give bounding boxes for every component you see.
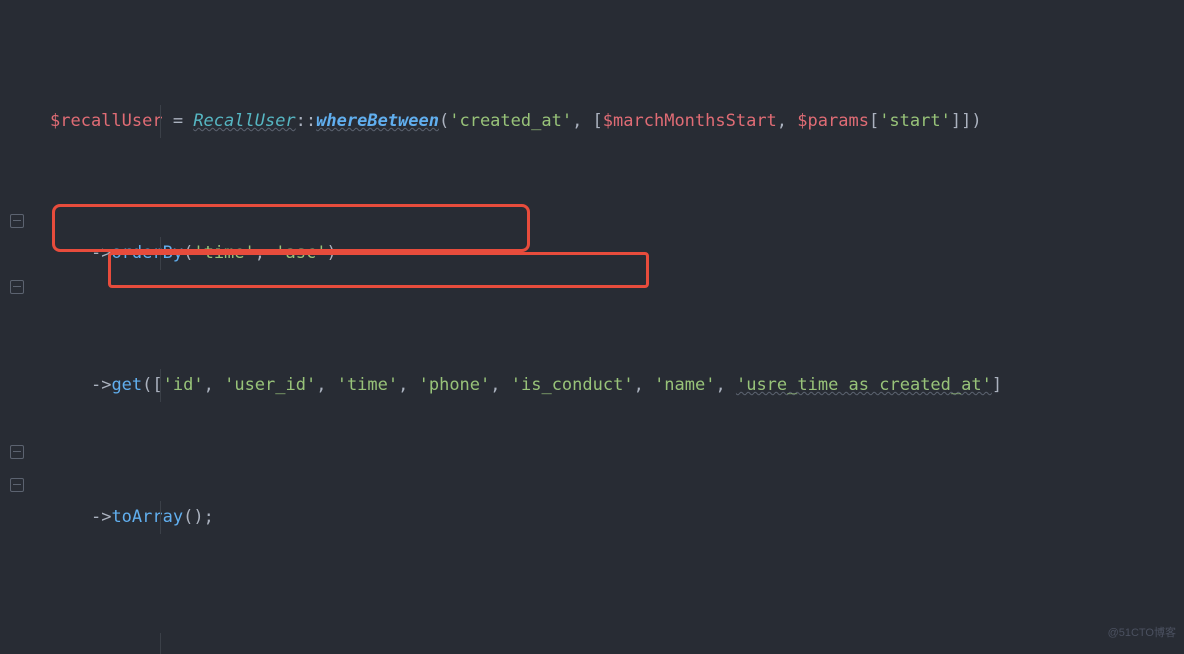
fold-gutter: [0, 6, 34, 654]
variable: $recallUser: [50, 111, 163, 131]
watermark: @51CTO博客: [1108, 617, 1176, 650]
fold-icon[interactable]: [10, 280, 24, 294]
class-ref: RecallUser: [193, 111, 295, 131]
fold-icon[interactable]: [10, 445, 24, 459]
method-call: toArray: [111, 507, 183, 527]
code-content[interactable]: $recallUser = RecallUser::whereBetween('…: [0, 6, 1184, 654]
method-call: orderBy: [111, 243, 183, 263]
fold-icon[interactable]: [10, 214, 24, 228]
method-call: get: [111, 375, 142, 395]
method-call: whereBetween: [316, 111, 439, 131]
code-editor[interactable]: $recallUser = RecallUser::whereBetween('…: [0, 0, 1184, 654]
fold-icon[interactable]: [10, 478, 24, 492]
